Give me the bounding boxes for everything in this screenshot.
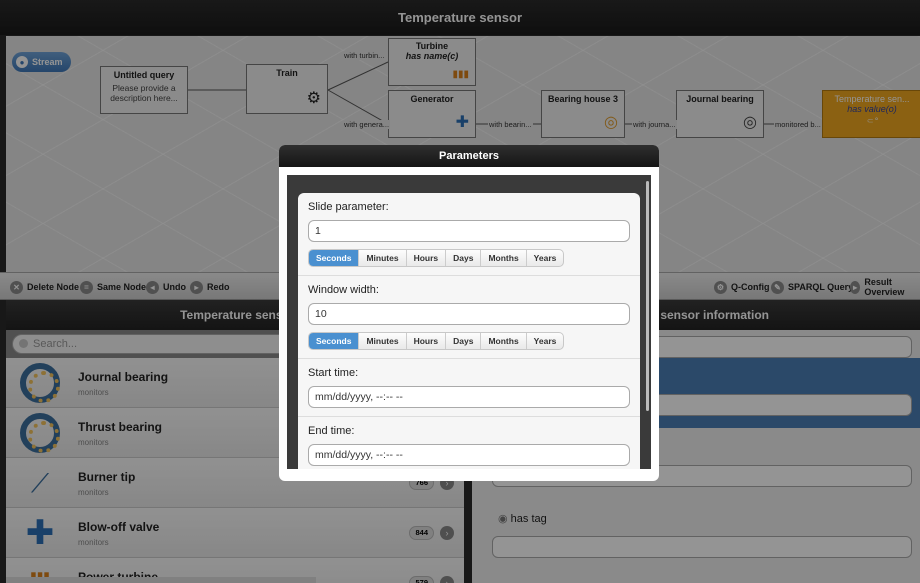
end-time-input[interactable]: mm/dd/yyyy, --:-- -- [308,444,630,466]
scrollbar[interactable] [646,181,649,411]
unit-months[interactable]: Months [481,250,527,266]
window-width-input[interactable]: 10 [308,303,630,325]
window-section: Window width: 10 Seconds Minutes Hours Days… [298,276,640,359]
unit-hours[interactable]: Hours [407,250,447,266]
unit-months[interactable]: Months [481,333,527,349]
dialog-body: Slide parameter: 1 Seconds Minutes Hours Da… [287,175,651,469]
unit-hours[interactable]: Hours [407,333,447,349]
parameters-form: Slide parameter: 1 Seconds Minutes Hours Da… [298,193,640,469]
unit-seconds[interactable]: Seconds [309,250,360,266]
unit-days[interactable]: Days [446,333,482,349]
slide-parameter-label: Slide parameter: [308,201,389,213]
dialog-title: Parameters [439,150,499,162]
unit-minutes[interactable]: Minutes [359,333,407,349]
end-time-label: End time: [308,425,355,437]
window-width-label: Window width: [308,284,379,296]
start-time-label: Start time: [308,367,359,379]
unit-minutes[interactable]: Minutes [359,250,407,266]
unit-years[interactable]: Years [527,333,564,349]
end-section: End time: mm/dd/yyyy, --:-- -- [298,417,640,469]
window-unit-selector: Seconds Minutes Hours Days Months Years [308,332,565,350]
dialog-header: Parameters [279,145,659,167]
start-time-input[interactable]: mm/dd/yyyy, --:-- -- [308,386,630,408]
unit-seconds[interactable]: Seconds [309,333,360,349]
unit-years[interactable]: Years [527,250,564,266]
slide-unit-selector: Seconds Minutes Hours Days Months Years [308,249,565,267]
slide-section: Slide parameter: 1 Seconds Minutes Hours Da… [298,193,640,276]
parameters-dialog: Parameters Slide parameter: 1 Seconds Min… [279,145,659,481]
start-section: Start time: mm/dd/yyyy, --:-- -- [298,359,640,417]
unit-days[interactable]: Days [446,250,482,266]
slide-parameter-input[interactable]: 1 [308,220,630,242]
